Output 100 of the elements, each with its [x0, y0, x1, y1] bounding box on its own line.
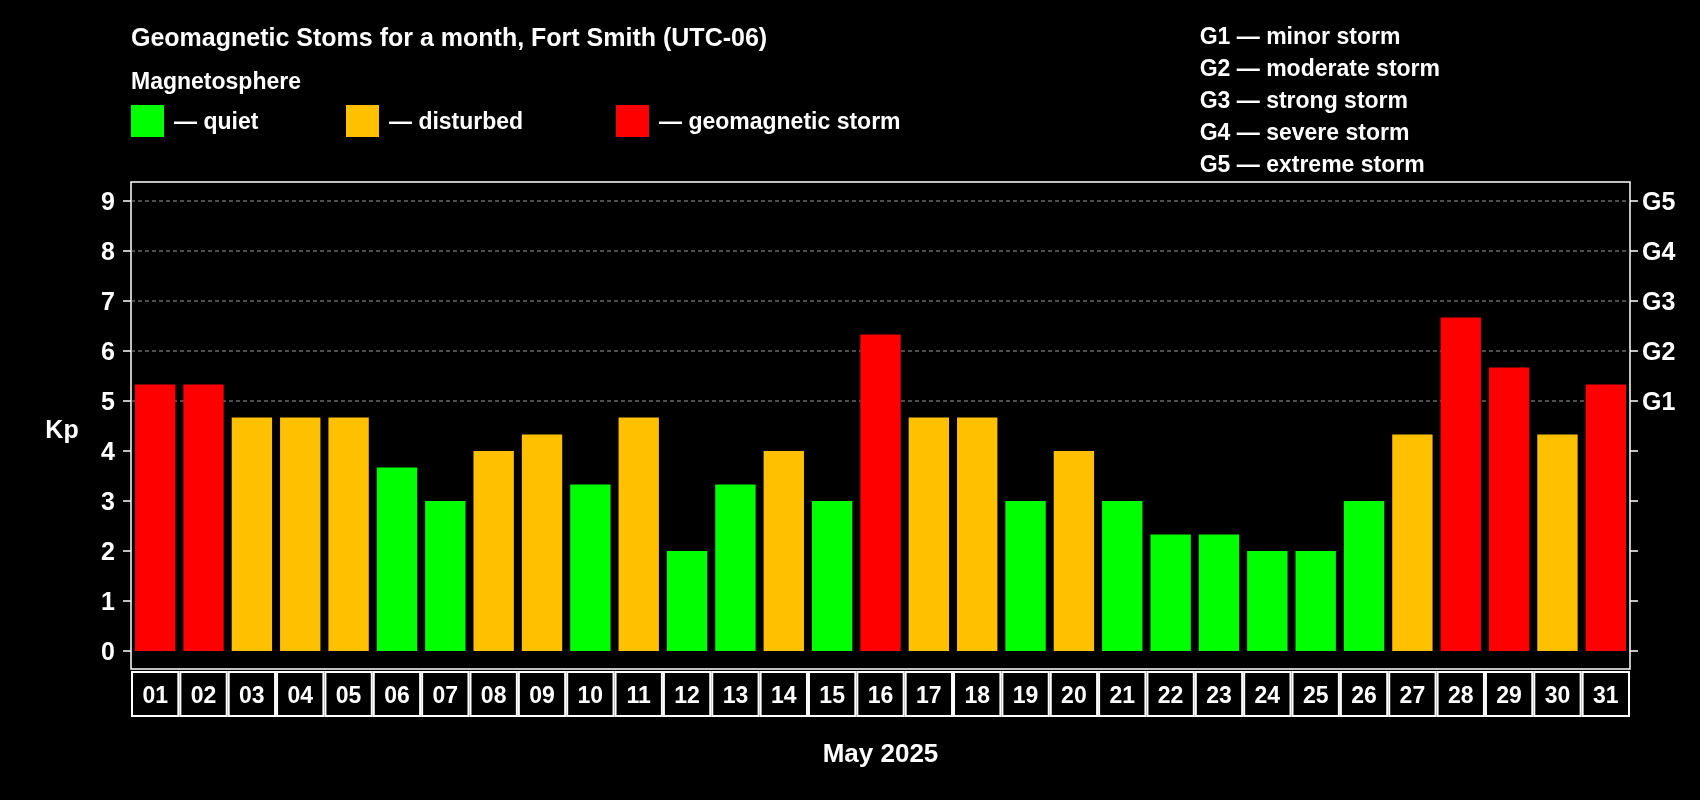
day-label-box — [711, 671, 760, 717]
tick-mark — [122, 300, 132, 302]
x-tick-label: 28 — [1447, 682, 1474, 708]
tick-mark — [1629, 350, 1639, 352]
day-label-box — [1194, 671, 1244, 717]
x-tick-label: 01 — [142, 682, 168, 708]
day-label-box — [469, 671, 518, 717]
x-tick-label: 09 — [529, 682, 555, 708]
tick-mark — [122, 550, 132, 552]
day-label-box — [1339, 671, 1389, 717]
day-label-box — [662, 671, 712, 717]
storm-scale-entry: G1 — minor storm — [1199, 22, 1402, 51]
day-label-box — [614, 671, 663, 717]
x-tick-label: 07 — [432, 682, 459, 708]
x-tick-label: 30 — [1544, 682, 1571, 708]
day-label-box — [1388, 671, 1437, 717]
x-tick-label: 10 — [577, 682, 604, 708]
y-tick-label: 1 — [101, 587, 115, 615]
legend-label: — quiet — [174, 107, 259, 136]
day-label-box — [276, 671, 325, 717]
storm-level-label: G3 — [1642, 287, 1676, 315]
y-tick-label: 8 — [101, 237, 115, 265]
day-label-box — [1436, 671, 1485, 717]
x-tick-label: 15 — [819, 682, 845, 708]
tick-mark — [122, 600, 132, 602]
tick-mark — [1629, 450, 1639, 452]
storm-scale-entry: G2 — moderate storm — [1199, 54, 1440, 83]
legend-label: — geomagnetic storm — [659, 107, 901, 136]
day-label-box — [807, 671, 857, 717]
x-tick-label: 27 — [1399, 682, 1426, 708]
x-tick-label: 26 — [1351, 682, 1377, 708]
tick-mark — [1629, 550, 1639, 552]
x-tick-label: 19 — [1012, 682, 1039, 708]
tick-mark — [122, 400, 132, 402]
x-axis-title: May 2025 — [822, 738, 939, 768]
tick-mark — [1629, 600, 1639, 602]
day-label-box — [1098, 671, 1147, 717]
storm-level-label: G1 — [1642, 387, 1676, 415]
x-tick-label: 20 — [1061, 682, 1087, 708]
x-tick-label: 17 — [916, 682, 942, 708]
day-label-box — [1581, 671, 1630, 717]
x-tick-label: 02 — [190, 682, 217, 708]
storm-scale-entry: G5 — extreme storm — [1199, 150, 1426, 179]
day-label-box — [324, 671, 373, 717]
day-label-box — [953, 671, 1002, 717]
day-label-box — [759, 671, 808, 717]
y-tick-label: 7 — [101, 287, 115, 315]
y-tick-label: 6 — [101, 337, 115, 365]
tick-mark — [1629, 400, 1639, 402]
day-label-box — [566, 671, 615, 717]
tick-mark — [122, 200, 132, 202]
day-label-box — [517, 671, 567, 717]
x-tick-label: 22 — [1157, 682, 1184, 708]
tick-mark — [1629, 200, 1639, 202]
y-tick-label: 5 — [101, 387, 115, 415]
x-tick-label: 06 — [384, 682, 410, 708]
x-tick-label: 25 — [1302, 682, 1329, 708]
legend-label: — disturbed — [389, 107, 524, 136]
x-tick-label: 14 — [771, 682, 797, 708]
x-tick-label: 18 — [964, 682, 990, 708]
x-tick-label: 05 — [335, 682, 362, 708]
storm-scale-entry: G4 — severe storm — [1199, 118, 1411, 147]
tick-mark — [1629, 250, 1639, 252]
tick-mark — [122, 500, 132, 502]
x-tick-label: 23 — [1206, 682, 1232, 708]
day-label-box — [421, 671, 470, 717]
x-tick-label: 12 — [674, 682, 700, 708]
storm-level-label: G5 — [1642, 187, 1676, 215]
day-label-box — [1291, 671, 1340, 717]
day-label-box — [1001, 671, 1050, 717]
y-axis-title: Kp — [45, 415, 79, 443]
tick-mark — [1629, 650, 1639, 652]
x-tick-label: 21 — [1109, 682, 1136, 708]
y-tick-label: 3 — [101, 487, 115, 515]
day-label-box — [372, 671, 422, 717]
tick-mark — [122, 250, 132, 252]
x-tick-label: 08 — [480, 682, 507, 708]
day-label-box — [1049, 671, 1099, 717]
tick-mark — [122, 350, 132, 352]
day-label-box — [227, 671, 277, 717]
tick-mark — [122, 450, 132, 452]
day-label-box — [1146, 671, 1195, 717]
tick-mark — [1629, 300, 1639, 302]
y-tick-label: 0 — [101, 637, 115, 665]
x-tick-label: 16 — [867, 682, 894, 708]
day-label-box — [904, 671, 954, 717]
tick-mark — [122, 650, 132, 652]
storm-level-label: G4 — [1642, 237, 1676, 265]
x-tick-label: 13 — [722, 682, 749, 708]
y-tick-label: 4 — [101, 437, 115, 465]
legend-heading: Magnetosphere — [131, 67, 302, 96]
y-tick-label: 9 — [101, 187, 115, 215]
x-tick-label: 24 — [1254, 682, 1281, 708]
x-tick-label: 29 — [1496, 682, 1522, 708]
x-tick-label: 11 — [626, 682, 651, 708]
day-label-box — [1243, 671, 1292, 717]
day-label-box — [179, 671, 228, 717]
chart-title: Geomagnetic Stoms for a month, Fort Smith (UTC-06) — [131, 22, 769, 53]
x-tick-label: 03 — [239, 682, 265, 708]
day-label-box — [856, 671, 905, 717]
